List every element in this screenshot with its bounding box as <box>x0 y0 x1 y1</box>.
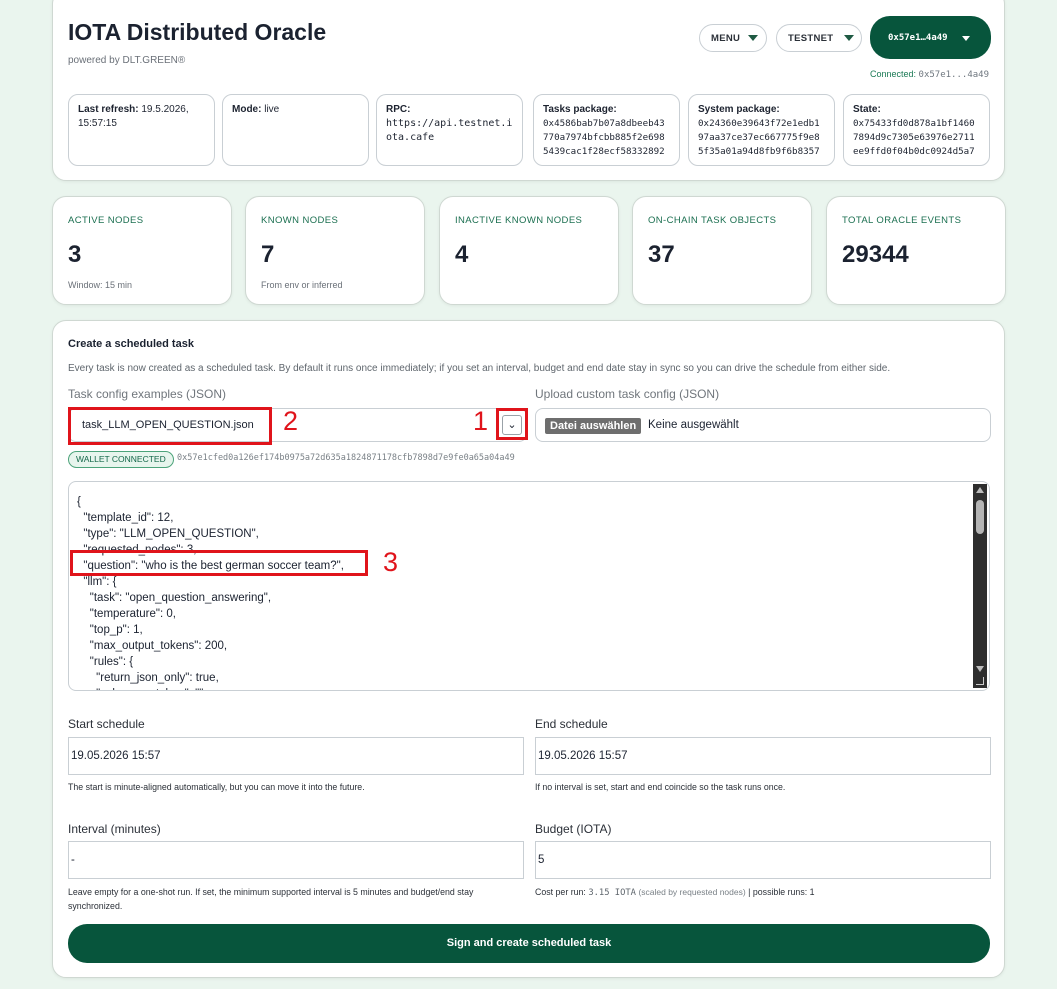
editor-scrollbar[interactable] <box>973 484 987 676</box>
info-value: 0x75433fd0d878a1bf14607894d9c7305e63976e… <box>853 118 975 157</box>
scroll-down-icon[interactable] <box>976 666 984 672</box>
annotation-box-2 <box>68 407 272 445</box>
connection-status: Connected: 0x57e1...4a49 <box>870 69 989 80</box>
stat-card-oracle-events: TOTAL ORACLE EVENTS 29344 <box>826 196 1006 305</box>
upload-file-input[interactable]: Datei auswählen Keine ausgewählt <box>535 408 991 442</box>
connected-address: 0x57e1...4a49 <box>918 70 989 80</box>
choose-file-button[interactable]: Datei auswählen <box>545 418 642 434</box>
stat-label: TOTAL ORACLE EVENTS <box>842 215 962 226</box>
info-value: 0x4586bab7b07a8dbeeb43770a7974bfcbb885f2… <box>543 118 665 157</box>
info-state: State: 0x75433fd0d878a1bf14607894d9c7305… <box>843 94 990 166</box>
info-value: 0x24360e39643f72e1edb197aa37ce37ec667775… <box>698 118 820 157</box>
stat-value: 29344 <box>842 241 909 268</box>
form-description: Every task is now created as a scheduled… <box>68 363 891 374</box>
stat-label: KNOWN NODES <box>261 215 339 226</box>
annotation-number-1: 1 <box>473 406 489 436</box>
chevron-down-icon <box>844 35 854 41</box>
scroll-up-icon[interactable] <box>976 487 984 493</box>
stat-card-known-nodes: KNOWN NODES 7 From env or inferred <box>245 196 425 305</box>
stat-note: From env or inferred <box>261 280 343 290</box>
wallet-button[interactable]: 0x57e1…4a49 <box>870 16 991 59</box>
stat-value: 7 <box>261 241 275 268</box>
info-system-package: System package: 0x24360e39643f72e1edb197… <box>688 94 835 166</box>
info-label: Mode: <box>232 104 262 115</box>
end-label: End schedule <box>535 717 608 731</box>
budget-input[interactable]: 5 <box>535 841 991 879</box>
json-editor-text[interactable]: { "template_id": 12, "type": "LLM_OPEN_Q… <box>77 494 344 690</box>
cost-label: Cost per run: <box>535 887 586 897</box>
info-rpc: RPC: https://api.testnet.iota.cafe <box>376 94 523 166</box>
scroll-thumb[interactable] <box>976 500 984 534</box>
wallet-connected-badge: WALLET CONNECTED <box>68 451 174 468</box>
end-schedule-input[interactable]: 19.05.2026 15:57 <box>535 737 991 775</box>
chevron-down-icon <box>962 36 970 41</box>
end-hint: If no interval is set, start and end coi… <box>535 782 786 792</box>
network-label: TESTNET <box>788 32 834 44</box>
info-mode: Mode: live <box>222 94 369 166</box>
start-label: Start schedule <box>68 717 145 731</box>
upload-label: Upload custom task config (JSON) <box>535 387 720 401</box>
cost-value: 3.15 IOTA <box>588 888 636 898</box>
wallet-address: 0x57e1cfed0a126ef174b0975a72d635a1824871… <box>177 453 515 463</box>
stat-card-active-nodes: ACTIVE NODES 3 Window: 15 min <box>52 196 232 305</box>
stat-value: 3 <box>68 241 82 268</box>
wallet-label: 0x57e1…4a49 <box>888 32 948 43</box>
stat-label: ACTIVE NODES <box>68 215 144 226</box>
info-label: State: <box>853 104 881 115</box>
form-title: Create a scheduled task <box>68 338 194 350</box>
stat-value: 4 <box>455 241 469 268</box>
info-label: Last refresh: <box>78 104 139 115</box>
interval-input[interactable]: - <box>68 841 524 879</box>
annotation-box-1 <box>496 408 528 440</box>
info-value: live <box>264 104 280 115</box>
cost-scaled-note: (scaled by requested nodes) <box>638 887 746 897</box>
info-value: https://api.testnet.iota.cafe <box>386 118 513 143</box>
possible-runs: | possible runs: 1 <box>748 887 815 897</box>
examples-label: Task config examples (JSON) <box>68 387 227 401</box>
info-tasks-package: Tasks package: 0x4586bab7b07a8dbeeb43770… <box>533 94 680 166</box>
connected-label: Connected: <box>869 69 917 79</box>
info-label: RPC: <box>386 104 411 115</box>
resize-grip-icon[interactable] <box>973 674 987 688</box>
menu-label: MENU <box>711 32 741 44</box>
info-last-refresh: Last refresh: 19.5.2026, 15:57:15 <box>68 94 215 166</box>
start-schedule-input[interactable]: 19.05.2026 15:57 <box>68 737 524 775</box>
menu-button[interactable]: MENU <box>699 24 767 52</box>
annotation-number-2: 2 <box>283 406 299 436</box>
json-editor[interactable]: { "template_id": 12, "type": "LLM_OPEN_Q… <box>68 481 990 691</box>
budget-label: Budget (IOTA) <box>535 822 612 836</box>
annotation-box-3 <box>70 550 368 576</box>
stat-label: ON-CHAIN TASK OBJECTS <box>648 215 777 226</box>
start-hint: The start is minute-aligned automaticall… <box>68 782 365 792</box>
annotation-number-3: 3 <box>383 547 399 577</box>
app-subtitle: powered by DLT.GREEN® <box>68 55 186 66</box>
network-button[interactable]: TESTNET <box>776 24 862 52</box>
chevron-down-icon <box>748 35 758 41</box>
info-label: Tasks package: <box>543 104 617 115</box>
stat-card-task-objects: ON-CHAIN TASK OBJECTS 37 <box>632 196 812 305</box>
app-title: IOTA Distributed Oracle <box>68 19 327 45</box>
stat-label: INACTIVE KNOWN NODES <box>455 215 583 226</box>
interval-label: Interval (minutes) <box>68 822 161 836</box>
header-card: IOTA Distributed Oracle powered by DLT.G… <box>52 0 1005 181</box>
stat-value: 37 <box>648 241 675 268</box>
info-label: System package: <box>698 104 780 115</box>
cost-hint: Cost per run: 3.15 IOTA (scaled by reque… <box>535 885 815 900</box>
interval-hint: Leave empty for a one-shot run. If set, … <box>68 887 474 911</box>
stat-note: Window: 15 min <box>68 280 133 290</box>
no-file-text: Keine ausgewählt <box>648 419 739 431</box>
stat-card-inactive-nodes: INACTIVE KNOWN NODES 4 <box>439 196 619 305</box>
sign-create-button[interactable]: Sign and create scheduled task <box>68 924 990 963</box>
